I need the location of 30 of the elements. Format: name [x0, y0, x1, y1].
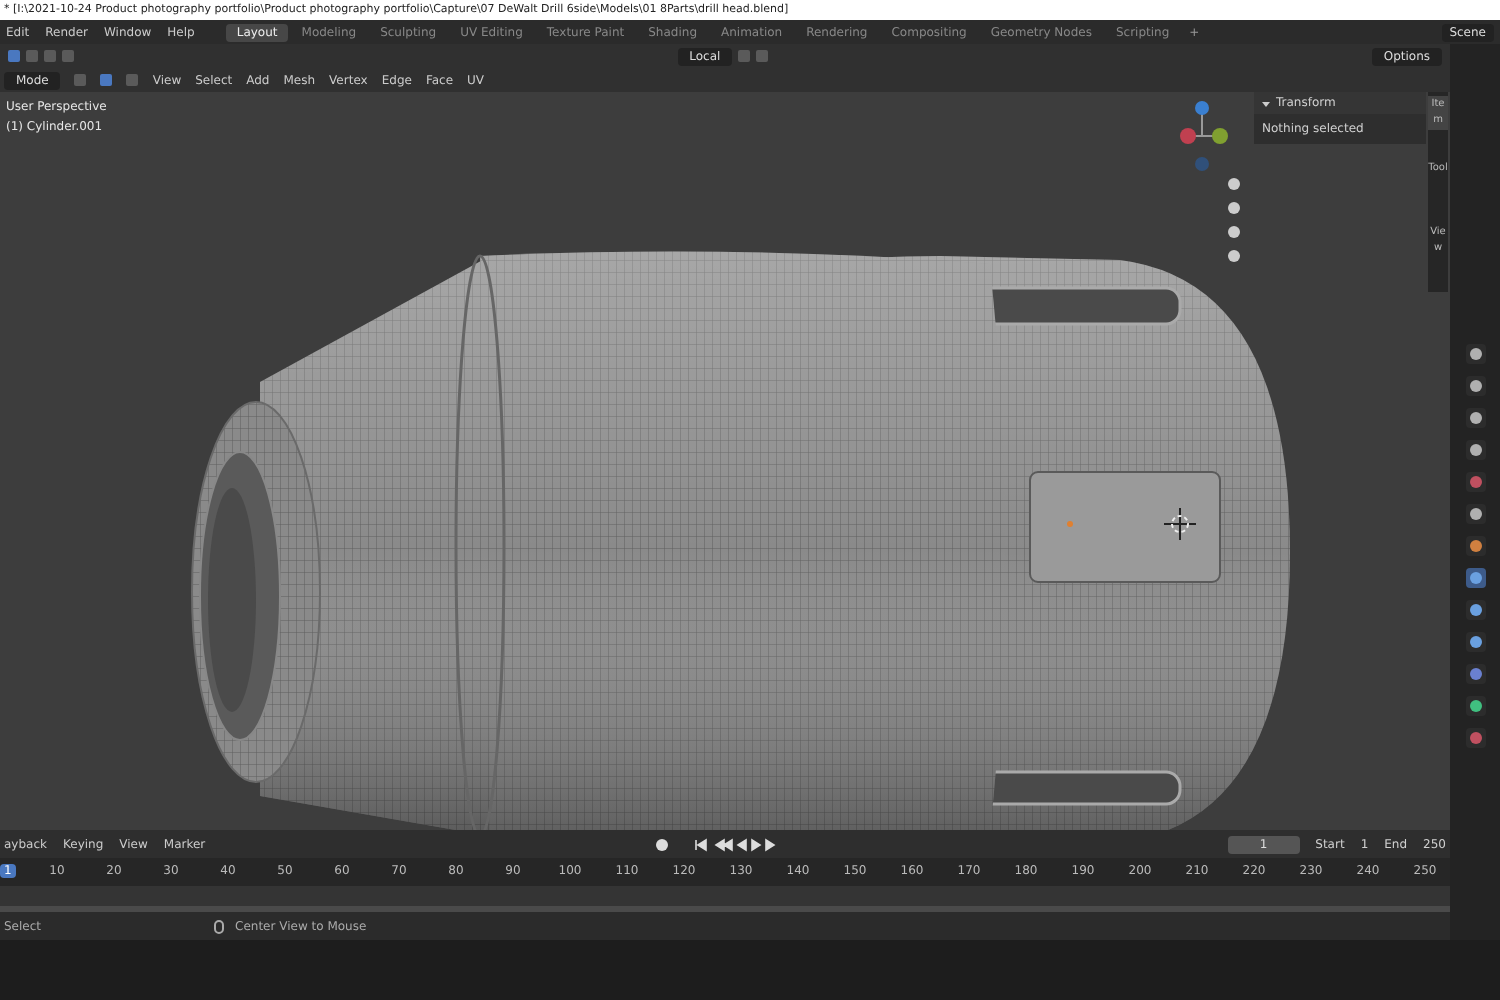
property-tab[interactable]	[1465, 696, 1485, 716]
property-tab[interactable]	[1465, 664, 1485, 684]
dot-icon	[1469, 348, 1481, 360]
playback-controls-drawing[interactable]	[656, 837, 777, 851]
property-tab[interactable]	[1465, 536, 1485, 556]
square-icon[interactable]	[100, 74, 113, 86]
property-tab[interactable]	[1465, 504, 1485, 524]
property-tab[interactable]	[1465, 344, 1485, 364]
property-tab[interactable]	[1465, 440, 1485, 460]
dot-icon	[1469, 412, 1481, 424]
dot-icon	[1469, 572, 1481, 584]
property-tab[interactable]	[1465, 376, 1485, 396]
property-tab[interactable]	[1465, 632, 1485, 652]
property-tab[interactable]	[1465, 472, 1485, 492]
dot-icon	[1469, 508, 1481, 520]
dot-icon	[1469, 668, 1481, 680]
dot-icon	[1469, 444, 1481, 456]
dot-icon	[1469, 540, 1481, 552]
property-tab[interactable]	[1465, 728, 1485, 748]
mouse-icon	[213, 919, 224, 933]
dot-icon	[1469, 604, 1481, 616]
property-tab[interactable]	[1465, 408, 1485, 428]
dot-icon	[1469, 380, 1481, 392]
property-tab[interactable]	[1465, 568, 1485, 588]
caret-down-icon[interactable]	[1262, 99, 1270, 107]
property-tab[interactable]	[1465, 600, 1485, 620]
dot-icon	[1469, 476, 1481, 488]
dot-icon	[1469, 732, 1481, 744]
dot-icon	[1469, 636, 1481, 648]
dot-icon	[1469, 700, 1481, 712]
